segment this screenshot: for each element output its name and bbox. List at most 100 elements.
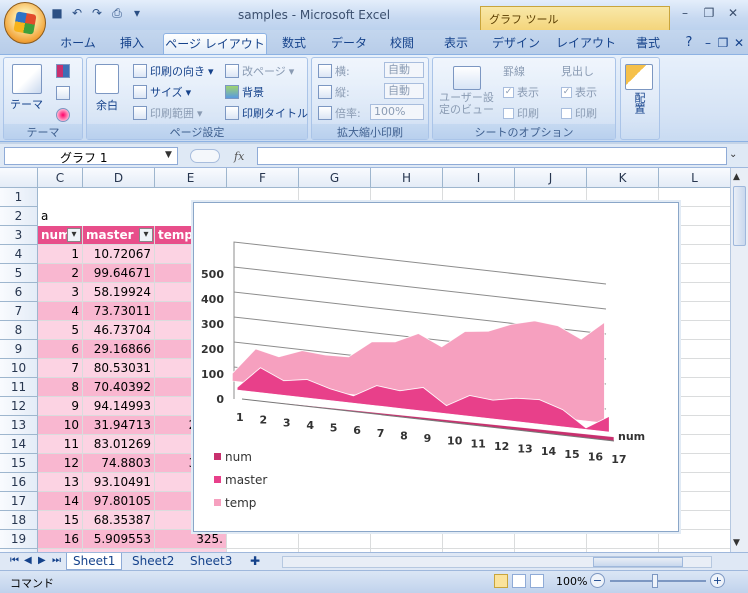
tab-insert[interactable]: 挿入 [110,33,154,54]
row-header[interactable]: 1 [0,188,38,207]
sheet-tab-1[interactable]: Sheet1 [66,553,123,570]
redo-icon[interactable]: ↷ [90,6,104,20]
table-cell[interactable]: 73.73011 [83,302,155,321]
ribbon-close-icon[interactable]: ✕ [732,33,746,54]
tab-formulas[interactable]: 数式 [274,33,314,54]
theme-fonts-icon[interactable] [56,86,70,100]
normal-view-icon[interactable] [494,574,508,588]
sheet-tab-2[interactable]: Sheet2 [126,553,180,570]
table-cell[interactable]: 83.01269 [83,435,155,454]
filter-dropdown-icon[interactable]: ▾ [67,228,81,242]
cell-c2-fragment[interactable]: a [38,207,83,226]
horizontal-scrollbar[interactable] [282,556,712,568]
gridlines-view-checkbox[interactable]: ✓ 表示 [503,84,539,100]
save-icon[interactable]: ■ [50,6,64,20]
row-header[interactable]: 10 [0,359,38,378]
table-cell[interactable]: 10 [38,416,83,435]
formula-divider-handle[interactable] [190,149,220,163]
size-button[interactable]: サイズ ▾ [133,84,191,100]
headings-print-checkbox[interactable]: 印刷 [561,105,597,121]
table-cell[interactable]: 15 [38,511,83,530]
table-cell[interactable]: 3 [38,283,83,302]
table-cell[interactable]: 93.10491 [83,473,155,492]
background-button[interactable]: 背景 [225,84,264,100]
table-cell[interactable]: 4 [38,302,83,321]
close-button[interactable]: ✕ [722,4,744,22]
row-header[interactable]: 19 [0,530,38,549]
table-cell[interactable]: 8 [38,378,83,397]
table-cell[interactable]: 80.53031 [83,359,155,378]
office-button[interactable] [4,2,46,44]
table-cell[interactable]: 7 [38,359,83,378]
tab-format[interactable]: 書式 [628,33,668,54]
zoom-slider[interactable] [610,580,706,582]
column-header[interactable]: H [371,168,443,188]
table-cell[interactable]: 94.14993 [83,397,155,416]
table-cell[interactable]: 2 [38,264,83,283]
insert-function-icon[interactable]: fx [234,150,244,163]
column-header[interactable]: J [515,168,587,188]
column-header[interactable]: K [587,168,659,188]
name-box[interactable]: グラフ 1 [4,147,178,165]
tab-view[interactable]: 表示 [436,33,476,54]
insert-sheet-icon[interactable]: ✚ [244,553,266,570]
row-header[interactable]: 6 [0,283,38,302]
row-header[interactable]: 9 [0,340,38,359]
zoom-in-icon[interactable]: + [710,573,725,588]
table-cell[interactable]: 14 [38,492,83,511]
page-break-view-icon[interactable] [530,574,544,588]
zoom-level[interactable]: 100% [556,575,587,588]
column-header[interactable]: L [659,168,730,188]
chart-area[interactable]: 0 100 200 300 400 500 1 2 3 4 5 6 7 8 9 10 11 12 13 14 15 16 1… [193,202,679,532]
width-combo[interactable]: 自動 [384,62,424,78]
table-cell[interactable]: 11 [38,435,83,454]
table-cell[interactable]: 6 [38,340,83,359]
table-cell[interactable]: 13 [38,473,83,492]
table-cell[interactable]: 97.80105 [83,492,155,511]
row-header[interactable]: 11 [0,378,38,397]
row-header[interactable]: 5 [0,264,38,283]
tab-review[interactable]: 校閲 [382,33,422,54]
table-cell[interactable]: 31.94713 [83,416,155,435]
row-header[interactable]: 4 [0,245,38,264]
tab-design[interactable]: デザイン [488,33,544,54]
row-header[interactable]: 12 [0,397,38,416]
table-cell[interactable]: 29.16866 [83,340,155,359]
table-cell[interactable]: 5.909553 [83,530,155,549]
formula-input[interactable] [257,147,727,165]
print-titles-button[interactable]: 印刷タイトル [225,105,308,121]
tab-page-layout[interactable]: ページ レイアウト [163,33,267,54]
row-header[interactable]: 18 [0,511,38,530]
height-combo[interactable]: 自動 [384,83,424,99]
vertical-scroll-thumb[interactable] [733,186,746,246]
table-cell[interactable]: 68.35387 [83,511,155,530]
custom-view-button[interactable]: ユーザー設 定のビュー [439,66,494,116]
theme-effects-icon[interactable] [56,108,70,122]
table-header-cell[interactable]: master ▾ [83,226,155,245]
table-cell[interactable]: 58.19924 [83,283,155,302]
page-layout-view-icon[interactable] [512,574,526,588]
row-header[interactable]: 16 [0,473,38,492]
scale-spinner[interactable]: 100% [370,104,424,120]
table-cell[interactable]: 1 [38,245,83,264]
row-header[interactable]: 8 [0,321,38,340]
table-cell[interactable]: 99.64671 [83,264,155,283]
restore-button[interactable]: ❐ [698,4,720,22]
scroll-down-icon[interactable]: ▼ [733,538,740,548]
arrange-button[interactable]: 配置 [625,64,653,114]
ribbon-restore-icon[interactable]: ❐ [716,33,730,54]
table-cell[interactable]: 16 [38,530,83,549]
column-header[interactable]: G [299,168,371,188]
orientation-button[interactable]: 印刷の向き ▾ [133,63,214,79]
table-cell[interactable]: 12 [38,454,83,473]
column-header[interactable]: I [443,168,515,188]
headings-view-checkbox[interactable]: ✓ 表示 [561,84,597,100]
tab-home[interactable]: ホーム [54,33,102,54]
table-cell[interactable]: 74.8803 [83,454,155,473]
table-cell[interactable]: 10.72067 [83,245,155,264]
print-preview-icon[interactable]: ⎙ [110,6,124,20]
ribbon-minimize-icon[interactable]: – [700,33,716,54]
zoom-slider-thumb[interactable] [652,574,658,588]
select-all-corner[interactable] [0,168,38,188]
customize-icon[interactable]: ▾ [130,6,144,20]
